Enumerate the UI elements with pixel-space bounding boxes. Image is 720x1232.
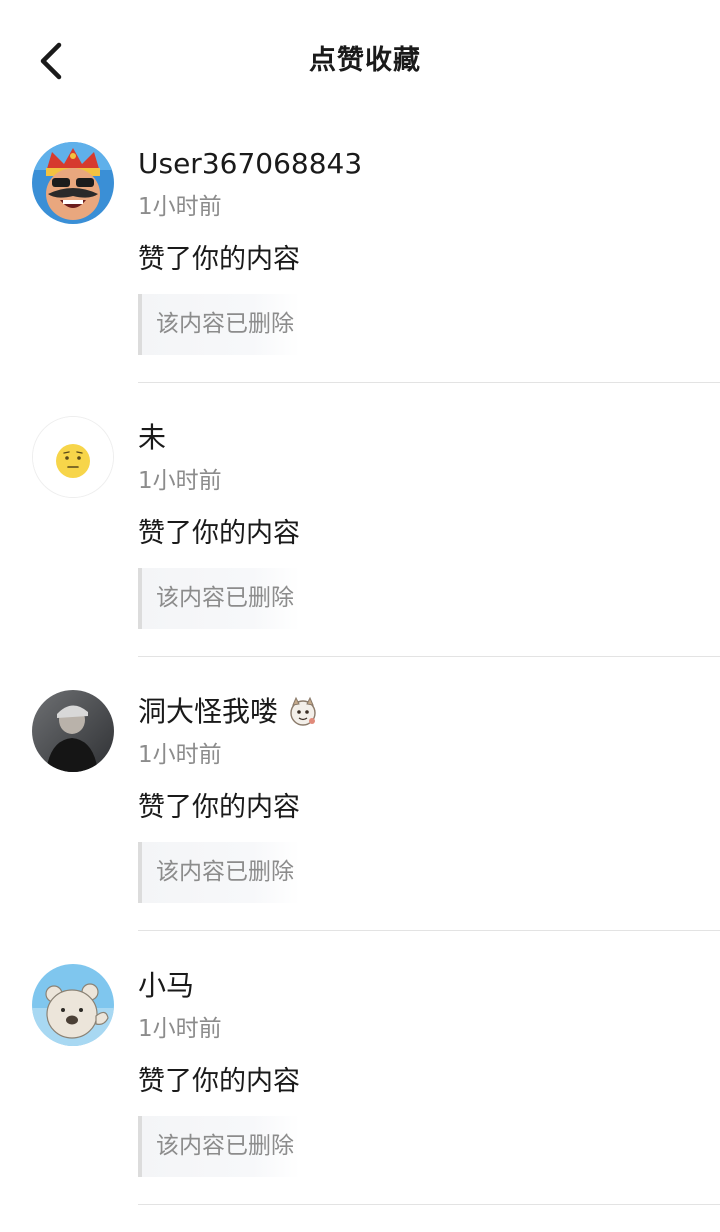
action-text: 赞了你的内容 bbox=[138, 1066, 300, 1097]
timestamp: 1小时前 bbox=[138, 468, 222, 494]
deleted-content-quote[interactable]: 该内容已删除 bbox=[138, 294, 300, 355]
list-item[interactable]: 小马 1小时前 赞了你的内容 该内容已删除 bbox=[0, 958, 720, 1232]
divider bbox=[138, 382, 720, 383]
deleted-content-quote[interactable]: 该内容已删除 bbox=[138, 1116, 300, 1177]
timestamp: 1小时前 bbox=[138, 1016, 222, 1042]
person-photo-avatar-icon bbox=[32, 690, 114, 772]
username[interactable]: 洞大怪我喽 bbox=[138, 692, 320, 732]
bear-cartoon-avatar-icon bbox=[32, 964, 114, 1046]
emoji-face-avatar-icon bbox=[33, 417, 113, 497]
divider bbox=[138, 656, 720, 657]
action-text: 赞了你的内容 bbox=[138, 518, 300, 549]
list-item[interactable]: 洞大怪我喽 1小时前 赞了你的内容 该内容已删除 bbox=[0, 684, 720, 958]
username[interactable]: 未 bbox=[138, 418, 166, 458]
divider bbox=[138, 930, 720, 931]
action-text: 赞了你的内容 bbox=[138, 792, 300, 823]
list-item[interactable]: User367068843 1小时前 赞了你的内容 该内容已删除 bbox=[0, 136, 720, 410]
top-bar: 点赞收藏 bbox=[0, 0, 720, 122]
avatar[interactable] bbox=[32, 142, 114, 224]
notification-list: User367068843 1小时前 赞了你的内容 该内容已删除 未 1小时前 … bbox=[0, 136, 720, 1232]
deleted-content-quote[interactable]: 该内容已删除 bbox=[138, 842, 300, 903]
king-cartoon-avatar-icon bbox=[32, 142, 114, 224]
action-text: 赞了你的内容 bbox=[138, 244, 300, 275]
divider bbox=[138, 1204, 720, 1205]
page-title: 点赞收藏 bbox=[309, 45, 421, 76]
username[interactable]: User367068843 bbox=[138, 144, 362, 184]
avatar[interactable] bbox=[32, 690, 114, 772]
timestamp: 1小时前 bbox=[138, 194, 222, 220]
avatar[interactable] bbox=[32, 964, 114, 1046]
timestamp: 1小时前 bbox=[138, 742, 222, 768]
cartoon-character-badge-icon bbox=[286, 695, 320, 729]
deleted-content-quote[interactable]: 该内容已删除 bbox=[138, 568, 300, 629]
avatar[interactable] bbox=[32, 416, 114, 498]
username[interactable]: 小马 bbox=[138, 966, 194, 1006]
list-item[interactable]: 未 1小时前 赞了你的内容 该内容已删除 bbox=[0, 410, 720, 684]
